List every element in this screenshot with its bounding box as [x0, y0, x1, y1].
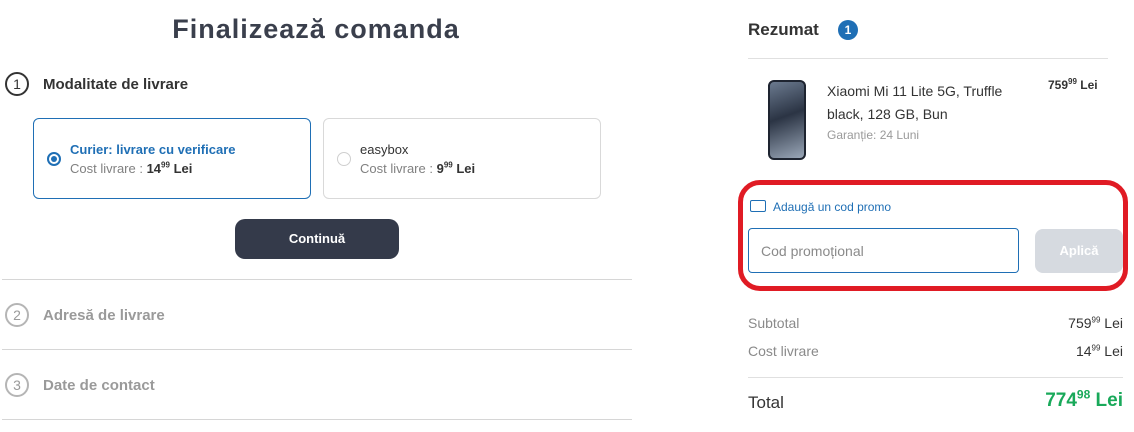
easybox-option-title: easybox — [360, 142, 409, 157]
step-2-label[interactable]: Adresă de livrare — [43, 307, 165, 324]
product-price: 75999 Lei — [1048, 77, 1098, 93]
delivery-option-easybox[interactable]: easybox Cost livrare : 999 Lei — [323, 118, 601, 199]
step-1-number: 1 — [5, 72, 29, 96]
subtotal-label: Subtotal — [748, 315, 800, 331]
step-2-number: 2 — [5, 303, 29, 327]
total-divider — [748, 377, 1123, 378]
continue-button[interactable]: Continuă — [235, 219, 399, 259]
divider — [2, 419, 632, 420]
product-warranty: Garanție: 24 Luni — [827, 128, 920, 142]
step-1-label: Modalitate de livrare — [43, 76, 189, 93]
item-count-badge: 1 — [838, 20, 858, 40]
divider — [2, 279, 632, 280]
page-title: Finalizează comanda — [172, 14, 460, 44]
easybox-cost: Cost livrare : 999 Lei — [360, 160, 476, 176]
courier-option-title: Curier: livrare cu verificare — [70, 142, 236, 157]
courier-cost: Cost livrare : 1499 Lei — [70, 160, 193, 176]
delivery-option-courier[interactable]: Curier: livrare cu verificare Cost livra… — [33, 118, 311, 199]
total-value: 77498 Lei — [1045, 387, 1123, 411]
subtotal-value: 75999 Lei — [1068, 315, 1123, 331]
easybox-radio[interactable] — [337, 152, 351, 166]
summary-divider — [748, 58, 1108, 59]
step-3-number: 3 — [5, 373, 29, 397]
step-3-label[interactable]: Date de contact — [43, 377, 155, 394]
shipping-cost-label: Cost livrare — [748, 343, 819, 359]
total-label: Total — [748, 393, 784, 412]
divider — [2, 349, 632, 350]
product-name[interactable]: Xiaomi Mi 11 Lite 5G, Truffle black, 128… — [827, 80, 1027, 126]
courier-radio[interactable] — [47, 152, 61, 166]
summary-title: Rezumat — [748, 20, 819, 39]
product-image[interactable] — [768, 80, 806, 160]
highlight-annotation — [738, 180, 1128, 291]
shipping-cost-value: 1499 Lei — [1075, 343, 1123, 359]
